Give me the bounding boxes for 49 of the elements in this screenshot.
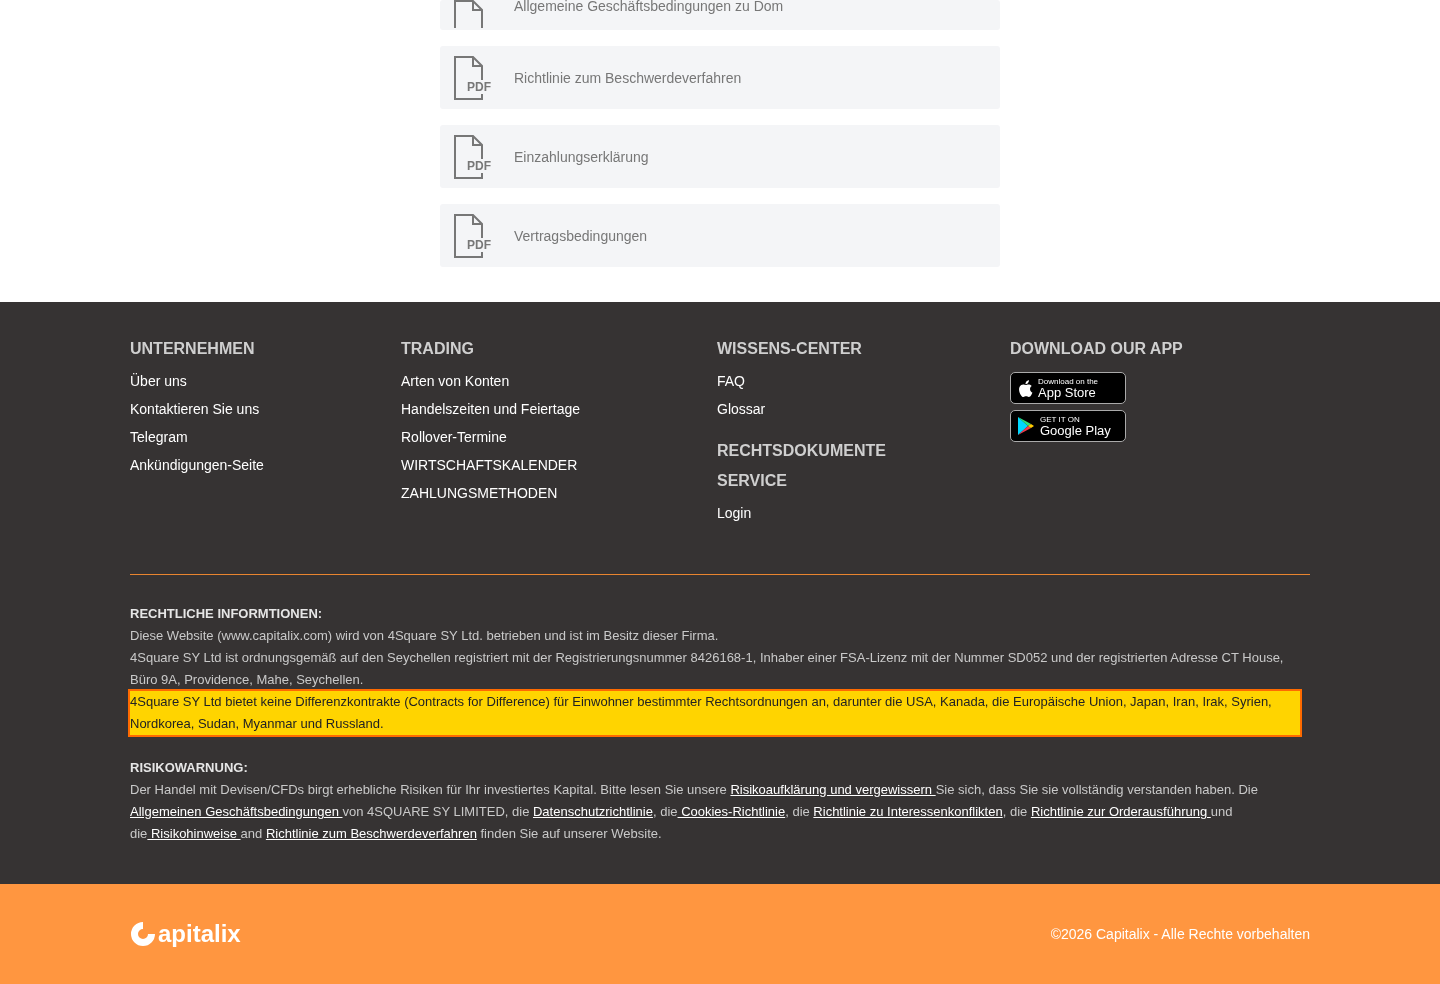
risk-heading: RISIKOWARNUNG: [130,759,249,777]
policy-link[interactable]: Richtlinie zur Orderausführung [1030,804,1211,819]
footer-link[interactable]: Arten von Konten [401,372,717,390]
policy-link[interactable]: Richtlinie zu Interessenkonflikten [813,804,1003,819]
document-card[interactable]: Allgemeine Geschäftsbedingungen zu Dom [440,0,1000,30]
apple-icon [1017,378,1033,398]
logo-text: apitalix [158,920,241,948]
footer-link[interactable]: Telegram [130,428,401,446]
column-heading: RECHTSDOKUMENTE [717,442,887,460]
column-heading: WISSENS-CENTER [717,340,863,358]
column-heading: TRADING [401,340,475,358]
footer-link[interactable]: FAQ [717,372,1010,390]
highlighted-text: 4Square SY Ltd bietet keine Differenzkontrakte (Contracts for Difference) für Einwohner bestimmter Rechtsordnungen an, darunter die USA, Kanada, die Europäische Union, Japan, Iran, Irak, Syrien, Nordkorea, Sudan, Myanmar und Russland. [130,691,1300,735]
document-title: Allgemeine Geschäftsbedingungen zu Dom [514,0,784,14]
policy-link[interactable]: Risikohinweise [147,826,241,841]
document-card[interactable]: PDF Einzahlungserklärung [440,125,1000,188]
column-heading: DOWNLOAD OUR APP [1010,340,1184,358]
policy-link[interactable]: Risikoaufklärung und vergewissern [730,782,936,797]
legal-heading: RECHTLICHE INFORMTIONEN: [130,605,324,623]
pdf-label: PDF [466,158,492,173]
document-title: Vertragsbedingungen [514,227,648,244]
document-title: Einzahlungserklärung [514,148,649,165]
footer-link[interactable]: Kontaktieren Sie uns [130,400,401,418]
column-heading: SERVICE [717,472,788,490]
pdf-label: PDF [466,79,492,94]
risk-text: Der Handel mit Devisen/CFDs birgt erhebliche Risiken für Ihr investiertes Kapital. Bitte lesen Sie unsere Risikoaufklärung und vergewissern Sie sich, dass Sie sie vollständig verstanden haben. Die Allgemeinen Geschäftsbedingungen von 4SQUARE SY LIMITED, die Datenschutzrichtlinie, die Cookies-Richtlinie, die Richtlinie zu Interessenkonflikten, die Richtlinie zur Orderausführung und die Risikohinweise and Richtlinie zum Beschwerdeverfahren finden Sie auf unserer Website. [130,781,1259,843]
column-heading: UNTERNEHMEN [130,340,256,358]
footer-link[interactable]: Über uns [130,372,401,390]
document-card[interactable]: PDF Richtlinie zum Beschwerdeverfahren [440,46,1000,109]
copyright-text: ©2026 Capitalix - Alle Rechte vorbehalten [1050,926,1310,942]
store-badge[interactable]: GET IT ON Google Play [1010,410,1126,442]
footer-link[interactable]: Rollover-Termine [401,428,717,446]
footer-link[interactable]: Handelszeiten und Feiertage [401,400,717,418]
footer-link[interactable]: WIRTSCHAFTSKALENDER [401,456,717,474]
footer-link[interactable]: Login [717,504,1010,522]
footer-link[interactable]: Ankündigungen-Seite [130,456,401,474]
legal-text: 4Square SY Ltd ist ordnungsgemäß auf den Seychellen registriert mit der Registrierungsnummer 8426168-1, Inhaber einer FSA-Lizenz mit der Nummer SD052 und der registrierten Adresse CT House, Büro 9A, Providence, Mahe, Seychellen. [130,649,1285,689]
play-icon [1017,416,1035,436]
policy-link[interactable]: Allgemeinen Geschäftsbedingungen [130,804,343,819]
document-card[interactable]: PDF Vertragsbedingungen [440,204,1000,267]
policy-link[interactable]: Datenschutzrichtlinie [533,804,653,819]
store-badge[interactable]: Download on the App Store [1010,372,1126,404]
legal-text: Diese Website (www.capitalix.com) wird von 4Square SY Ltd. betrieben und ist im Besitz dieser Firma. [130,627,720,645]
footer-link[interactable]: Glossar [717,400,1010,418]
logo-icon [130,921,156,947]
policy-link[interactable]: Richtlinie zum Beschwerdeverfahren [265,826,477,841]
footer-link[interactable]: ZAHLUNGSMETHODEN [401,484,717,502]
document-title: Richtlinie zum Beschwerdeverfahren [514,69,742,86]
pdf-label: PDF [466,237,492,252]
